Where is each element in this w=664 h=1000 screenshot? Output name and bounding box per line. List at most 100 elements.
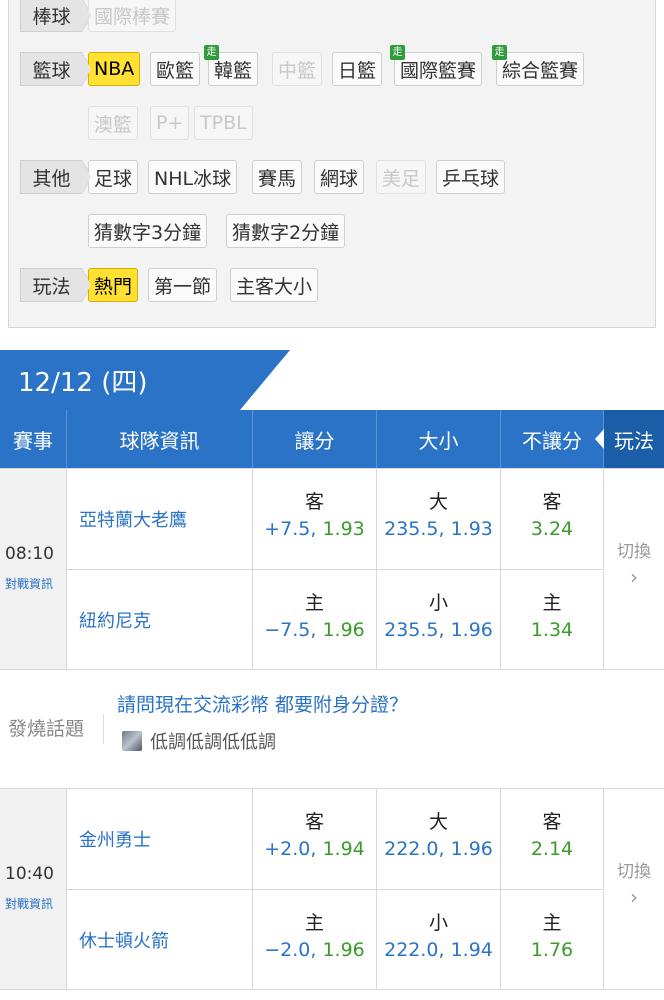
chip-aus-basketball[interactable]: 澳籃 <box>88 106 139 140</box>
handicap-odds: 1.96 <box>322 939 365 961</box>
switch-button[interactable]: 切換 › <box>604 789 664 989</box>
match-time: 10:40 <box>5 864 54 884</box>
chip-label: 國際籃賽 <box>400 59 477 82</box>
side-label: 大 <box>428 811 448 833</box>
hot-topic-title[interactable]: 請問現在交流彩幣 都要附身分證？ <box>117 690 408 717</box>
overunder-home-cell[interactable]: 小 235.5, 1.96 <box>377 570 501 670</box>
chip-intl-baseball[interactable]: 國際棒賽 <box>88 0 177 32</box>
chevron-right-icon: › <box>630 885 638 909</box>
chip-p-plus[interactable]: P+ <box>150 106 190 140</box>
switch-label: 切換 <box>617 542 651 562</box>
switch-button[interactable]: 切換 › <box>604 469 664 669</box>
live-badge: 走 <box>390 45 405 60</box>
side-label: 客 <box>304 491 324 513</box>
chip-intl-basketball[interactable]: 走 國際籃賽 <box>390 45 483 86</box>
chip-euro-basketball[interactable]: 歐籃 <box>150 52 201 86</box>
hot-topic-author: 低調低調低低調 <box>122 728 276 754</box>
chip-nhl[interactable]: NHL冰球 <box>148 160 238 194</box>
handicap-home-cell[interactable]: 主 −7.5, 1.96 <box>253 570 377 670</box>
side-label: 客 <box>304 811 324 833</box>
head-to-head-link[interactable]: 對戰資訊 <box>5 895 53 912</box>
col-overunder: 大小 <box>377 410 501 468</box>
divider <box>103 714 104 744</box>
live-badge: 走 <box>204 45 219 60</box>
team-home[interactable]: 休士頓火箭 <box>67 890 253 990</box>
side-label: 主 <box>304 912 324 934</box>
handicap-line: +7.5, <box>264 518 317 540</box>
hot-topic-label: 發燒話題 <box>8 718 85 740</box>
moneyline-odds: 1.76 <box>530 939 574 961</box>
chip-home-away-ou[interactable]: 主客大小 <box>230 268 319 302</box>
date-tab: 12/12 (四) <box>0 350 290 410</box>
moneyline-away-cell[interactable]: 客 3.24 <box>501 469 604 569</box>
chip-table-tennis[interactable]: 乒乓球 <box>436 160 506 194</box>
chip-horse-racing[interactable]: 賽馬 <box>252 160 303 194</box>
match-time: 08:10 <box>5 544 54 564</box>
chip-first-quarter[interactable]: 第一節 <box>148 268 218 302</box>
overunder-value: 235.5, 1.93 <box>384 518 493 540</box>
chip-label: 綜合籃賽 <box>502 59 579 82</box>
table-header: 賽事 球隊資訊 讓分 大小 不讓分 玩法 <box>0 410 664 468</box>
chip-china-basketball[interactable]: 中籃 <box>272 52 323 86</box>
overunder-value: 222.0, 1.94 <box>384 939 493 961</box>
chip-guess-number-2min[interactable]: 猜數字2分鐘 <box>226 214 346 248</box>
overunder-home-cell[interactable]: 小 222.0, 1.94 <box>377 890 501 990</box>
col-moneyline: 不讓分 <box>501 410 604 468</box>
chip-label: 韓籃 <box>214 59 253 82</box>
handicap-line: −2.0, <box>264 939 317 961</box>
chip-guess-number-3min[interactable]: 猜數字3分鐘 <box>88 214 208 248</box>
chip-mixed-basketball[interactable]: 走 綜合籃賽 <box>492 45 585 86</box>
col-team: 球隊資訊 <box>67 410 253 468</box>
handicap-away-cell[interactable]: 客 +7.5, 1.93 <box>253 469 377 569</box>
handicap-home-cell[interactable]: 主 −2.0, 1.96 <box>253 890 377 990</box>
side-label: 主 <box>542 912 562 934</box>
overunder-away-cell[interactable]: 大 222.0, 1.96 <box>377 789 501 889</box>
handicap-line: −7.5, <box>264 619 317 641</box>
overunder-value: 235.5, 1.96 <box>384 619 493 641</box>
overunder-away-cell[interactable]: 大 235.5, 1.93 <box>377 469 501 569</box>
author-name: 低調低調低低調 <box>150 732 276 753</box>
match-row: 08:10 對戰資訊 亞特蘭大老鷹 紐約尼克 客 +7.5, 1.93 大 23… <box>0 468 664 670</box>
switch-label: 切換 <box>617 862 651 882</box>
moneyline-away-cell[interactable]: 客 2.14 <box>501 789 604 889</box>
side-label: 主 <box>304 592 324 614</box>
side-label: 小 <box>428 912 448 934</box>
chip-popular[interactable]: 熱門 <box>88 268 139 302</box>
chip-tennis[interactable]: 網球 <box>314 160 365 194</box>
team-away[interactable]: 金州勇士 <box>67 789 253 889</box>
team-away[interactable]: 亞特蘭大老鷹 <box>67 469 253 569</box>
chevron-right-icon: › <box>630 565 638 589</box>
side-label: 小 <box>428 592 448 614</box>
col-play[interactable]: 玩法 <box>595 410 664 468</box>
moneyline-odds: 2.14 <box>530 838 574 860</box>
side-label: 大 <box>428 491 448 513</box>
team-home[interactable]: 紐約尼克 <box>67 570 253 670</box>
chip-tpbl[interactable]: TPBL <box>194 106 253 140</box>
handicap-line: +2.0, <box>264 838 317 860</box>
moneyline-odds: 3.24 <box>530 518 574 540</box>
chip-american-football[interactable]: 美足 <box>376 160 427 194</box>
chip-soccer[interactable]: 足球 <box>88 160 139 194</box>
filter-label-basketball: 籃球 <box>20 52 92 86</box>
moneyline-odds: 1.34 <box>530 619 574 641</box>
moneyline-home-cell[interactable]: 主 1.76 <box>501 890 604 990</box>
col-event: 賽事 <box>0 410 67 468</box>
avatar <box>122 731 142 751</box>
moneyline-home-cell[interactable]: 主 1.34 <box>501 570 604 670</box>
handicap-away-cell[interactable]: 客 +2.0, 1.94 <box>253 789 377 889</box>
hot-topic: 發燒話題 請問現在交流彩幣 都要附身分證？ 低調低調低低調 <box>0 680 664 782</box>
chip-japan-basketball[interactable]: 日籃 <box>332 52 383 86</box>
chip-korea-basketball[interactable]: 走 韓籃 <box>204 45 259 86</box>
side-label: 客 <box>542 811 562 833</box>
filter-label-other: 其他 <box>20 160 92 194</box>
col-handicap: 讓分 <box>253 410 377 468</box>
handicap-odds: 1.93 <box>322 518 365 540</box>
head-to-head-link[interactable]: 對戰資訊 <box>5 575 53 592</box>
filter-label-baseball: 棒球 <box>20 0 92 32</box>
match-row: 10:40 對戰資訊 金州勇士 休士頓火箭 客 +2.0, 1.94 大 222… <box>0 788 664 990</box>
date-label: 12/12 (四) <box>18 368 148 398</box>
filter-panel: 棒球 國際棒賽 籃球 NBA 歐籃 走 韓籃 中籃 日籃 走 國際籃賽 走 綜合… <box>8 0 656 328</box>
live-badge: 走 <box>492 45 507 60</box>
filter-label-play: 玩法 <box>20 268 92 302</box>
chip-nba[interactable]: NBA <box>88 52 141 86</box>
